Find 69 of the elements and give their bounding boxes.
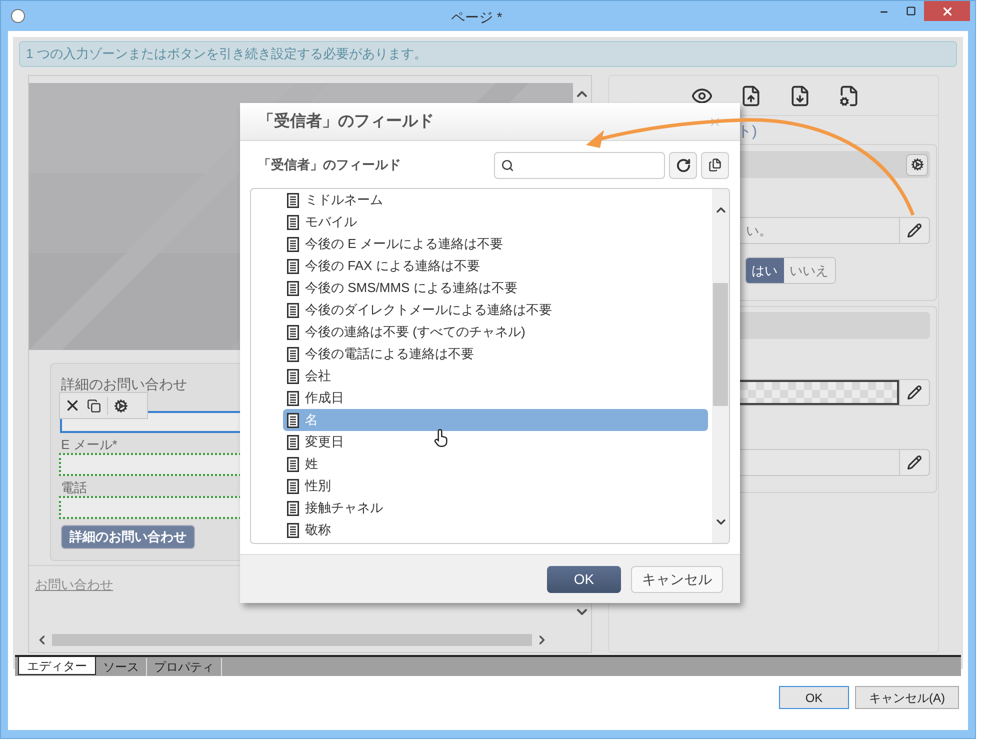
document-icon — [287, 214, 299, 230]
toggle-option[interactable]: いいえ — [784, 258, 834, 283]
search-field[interactable] — [494, 152, 665, 178]
submit-button[interactable]: 詳細のお問い合わせ — [61, 525, 195, 549]
field-list-item[interactable]: 性別 — [287, 475, 708, 497]
list-icon — [708, 158, 722, 172]
form-title: 詳細のお問い合わせ — [61, 375, 188, 394]
document-icon — [287, 280, 299, 296]
dialog-button[interactable]: OK — [547, 566, 621, 592]
pencil-icon — [907, 455, 922, 470]
toggle-option[interactable]: はい — [746, 258, 784, 283]
window-title: ページ * — [451, 8, 502, 27]
document-icon — [287, 500, 299, 516]
list-label: 「受信者」のフィールド — [258, 156, 401, 174]
document-icon — [287, 192, 299, 208]
document-icon — [287, 302, 299, 318]
document-icon — [287, 478, 299, 494]
settings-button[interactable] — [906, 154, 928, 176]
document-icon — [287, 456, 299, 472]
list-scrollbar[interactable] — [712, 189, 729, 543]
field-list-item[interactable]: 接触チャネル — [287, 497, 708, 519]
document-icon — [287, 434, 299, 450]
field-list-item[interactable]: 作成日 — [287, 387, 708, 409]
dialog-title: 「受信者」のフィールド — [258, 111, 434, 132]
dialog-button[interactable]: OK — [779, 686, 849, 709]
pencil-icon — [907, 223, 922, 238]
copy-icon[interactable] — [87, 398, 101, 412]
document-save-icon[interactable] — [789, 84, 811, 106]
scroll-thumb[interactable] — [52, 634, 532, 646]
field-list-item[interactable]: 今後の電話による連絡は不要 — [287, 343, 708, 365]
document-icon — [287, 258, 299, 274]
close-icon — [940, 4, 954, 18]
field-list-item[interactable]: 今後の連絡は不要 (すべてのチャネル) — [287, 321, 708, 343]
document-icon — [287, 236, 299, 252]
field-list-item[interactable]: ミドルネーム — [287, 189, 708, 211]
field-list-item[interactable]: 会社 — [287, 365, 708, 387]
document-icon — [287, 368, 299, 384]
field-label: E メール* — [61, 437, 118, 453]
edit-button[interactable] — [899, 380, 929, 405]
document-icon — [287, 412, 299, 428]
field-list-item[interactable]: 今後の SMS/MMS による連絡は不要 — [287, 277, 708, 299]
dialog-button[interactable]: キャンセル — [631, 566, 723, 592]
pencil-icon — [907, 385, 922, 400]
close-button[interactable] — [924, 1, 970, 21]
bottom-tab[interactable]: プロパティ — [147, 658, 222, 676]
notice-banner: 1 つの入力ゾーンまたはボタンを引き続き設定する必要があります。 — [19, 41, 957, 67]
panel-heading: ト) — [737, 123, 757, 140]
document-settings-icon[interactable] — [838, 84, 860, 106]
refresh-icon — [676, 158, 690, 172]
document-icon — [287, 346, 299, 362]
scroll-thumb[interactable] — [713, 283, 728, 406]
app-icon — [11, 9, 25, 23]
document-icon — [287, 324, 299, 340]
document-upload-icon[interactable] — [740, 84, 762, 106]
bottom-tab[interactable]: エディター — [18, 657, 96, 675]
refresh-button[interactable] — [669, 152, 697, 178]
document-icon — [287, 522, 299, 538]
field-list-item[interactable]: 変更日 — [287, 431, 708, 453]
field-list-item[interactable]: 今後の FAX による連絡は不要 — [287, 255, 708, 277]
dialog-button[interactable]: キャンセル(A) — [855, 686, 959, 709]
field-label: 電話 — [61, 480, 88, 496]
field-list-item[interactable]: 敬称 — [287, 519, 708, 541]
list-view-button[interactable] — [701, 152, 729, 178]
document-icon — [287, 390, 299, 406]
maximize-icon — [906, 6, 916, 16]
field-list-item[interactable]: 今後のダイレクトメールによる連絡は不要 — [287, 299, 708, 321]
search-icon — [501, 158, 514, 172]
bottom-tab[interactable]: ソース — [96, 658, 147, 676]
field-list-item[interactable]: 姓 — [287, 453, 708, 475]
